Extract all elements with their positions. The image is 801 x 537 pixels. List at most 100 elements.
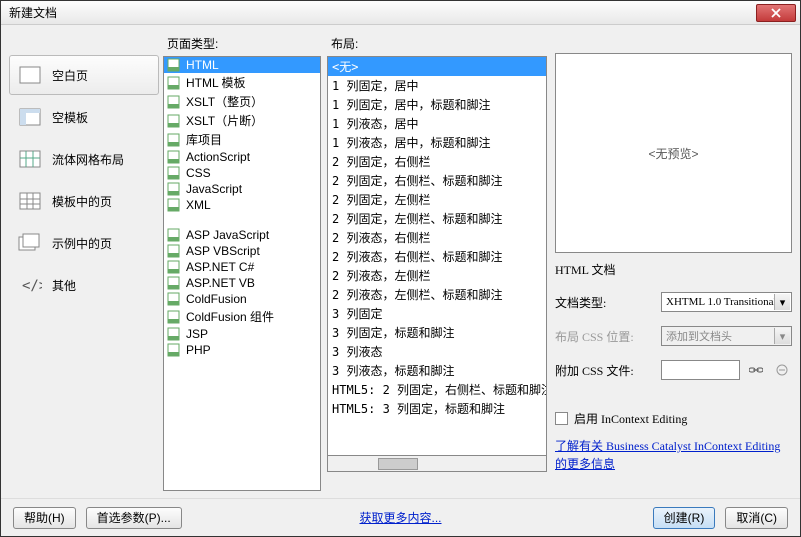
file-icon	[166, 327, 182, 341]
page-types-list[interactable]: HTMLHTML 模板 XSLT（整页）XSLT（片断）库项目 ActionScri…	[163, 56, 321, 491]
create-button[interactable]: 创建(R)	[653, 507, 716, 529]
page-type-label: ActionScript	[186, 150, 250, 164]
doctype-label: 文档类型:	[555, 294, 655, 311]
sidebar-item-label: 流体网格布局	[52, 151, 124, 168]
help-button[interactable]: 帮助(H)	[13, 507, 76, 529]
page-type-item[interactable]: ASP.NET VB	[164, 275, 320, 291]
preview-description: HTML 文档	[555, 261, 792, 278]
page-type-item[interactable]: JavaScript	[164, 181, 320, 197]
page-type-item[interactable]: ASP.NET C#	[164, 259, 320, 275]
page-type-item[interactable]: PHP	[164, 342, 320, 358]
layout-item[interactable]: 3 列液态	[328, 342, 546, 361]
page-type-item[interactable]: ASP JavaScript	[164, 227, 320, 243]
cancel-button[interactable]: 取消(C)	[725, 507, 788, 529]
attach-css-input[interactable]	[661, 360, 740, 380]
sidebar-item-4[interactable]: 示例中的页	[9, 223, 159, 263]
attach-css-row: 附加 CSS 文件:	[555, 360, 792, 380]
file-icon	[166, 310, 182, 324]
page-type-label: ColdFusion 组件	[186, 308, 274, 325]
page-type-item[interactable]: ASP VBScript	[164, 243, 320, 259]
page-type-item[interactable]: XML	[164, 197, 320, 213]
layout-item[interactable]: <无>	[328, 57, 546, 76]
layout-item[interactable]: 1 列液态，居中，标题和脚注	[328, 133, 546, 152]
enable-ice-label: 启用 InContext Editing	[574, 410, 687, 427]
sidebar-item-label: 其他	[52, 277, 76, 294]
layout-item[interactable]: 1 列固定，居中，标题和脚注	[328, 95, 546, 114]
ice-learn-more-link[interactable]: 了解有关 Business Catalyst InContext Editing…	[555, 437, 792, 473]
layout-item[interactable]: 2 列液态，左侧栏、标题和脚注	[328, 285, 546, 304]
titlebar: 新建文档	[1, 1, 800, 25]
layout-item[interactable]: 2 列固定，左侧栏、标题和脚注	[328, 209, 546, 228]
sidebar-item-3[interactable]: 模板中的页	[9, 181, 159, 221]
svg-text:</>: </>	[22, 278, 42, 294]
page-type-label: XML	[186, 198, 211, 212]
page-type-label: XSLT（整页）	[186, 93, 263, 110]
layout-item[interactable]: 1 列液态，居中	[328, 114, 546, 133]
category-icon	[18, 107, 42, 127]
enable-ice-checkbox[interactable]	[555, 412, 568, 425]
page-type-label: ASP VBScript	[186, 244, 260, 258]
layout-item[interactable]: HTML5: 3 列固定，标题和脚注	[328, 399, 546, 418]
file-icon	[166, 166, 182, 180]
sidebar-item-1[interactable]: 空模板	[9, 97, 159, 137]
close-button[interactable]	[756, 4, 796, 22]
file-icon	[166, 228, 182, 242]
page-type-item[interactable]: ColdFusion	[164, 291, 320, 307]
layout-item[interactable]: 2 列液态，右侧栏	[328, 228, 546, 247]
layouts-hscrollbar[interactable]	[327, 456, 547, 472]
layout-item[interactable]: 2 列液态，左侧栏	[328, 266, 546, 285]
sidebar-item-label: 空白页	[52, 67, 88, 84]
remove-css-icon[interactable]	[772, 361, 792, 379]
layout-item[interactable]: 2 列固定，右侧栏、标题和脚注	[328, 171, 546, 190]
get-more-link[interactable]: 获取更多内容...	[359, 509, 441, 526]
enable-ice-row: 启用 InContext Editing	[555, 410, 792, 427]
layout-css-value: 添加到文档头	[666, 328, 732, 344]
page-type-item[interactable]: ActionScript	[164, 149, 320, 165]
dialog-footer: 帮助(H) 首选参数(P)... 获取更多内容... 创建(R) 取消(C)	[1, 498, 800, 536]
layout-item[interactable]: 1 列固定，居中	[328, 76, 546, 95]
sidebar-item-2[interactable]: 流体网格布局	[9, 139, 159, 179]
page-type-item[interactable]: HTML 模板	[164, 73, 320, 92]
layout-item[interactable]: 3 列固定	[328, 304, 546, 323]
layout-item[interactable]: 2 列液态，右侧栏、标题和脚注	[328, 247, 546, 266]
category-sidebar: 空白页空模板流体网格布局模板中的页示例中的页 </> 其他	[9, 33, 159, 491]
page-type-item[interactable]: 库项目	[164, 130, 320, 149]
layout-css-label: 布局 CSS 位置:	[555, 328, 655, 345]
category-icon	[18, 65, 42, 85]
page-type-item[interactable]: JSP	[164, 326, 320, 342]
new-document-dialog: 新建文档 空白页空模板流体网格布局模板中的页示例中的页 </> 其他 页面类型: H…	[0, 0, 801, 537]
chevron-down-icon: ▾	[774, 328, 790, 344]
layout-item[interactable]: 2 列固定，右侧栏	[328, 152, 546, 171]
preferences-button[interactable]: 首选参数(P)...	[86, 507, 182, 529]
page-type-label: ASP JavaScript	[186, 228, 269, 242]
doctype-select[interactable]: XHTML 1.0 Transitional ▾	[661, 292, 792, 312]
page-type-label: 库项目	[186, 131, 222, 148]
page-type-item[interactable]: XSLT（整页）	[164, 92, 320, 111]
layout-item[interactable]: 2 列固定，左侧栏	[328, 190, 546, 209]
file-icon	[166, 198, 182, 212]
page-type-label: ASP.NET VB	[186, 276, 255, 290]
layout-item[interactable]: 3 列固定，标题和脚注	[328, 323, 546, 342]
file-icon	[166, 133, 182, 147]
page-type-item[interactable]: XSLT（片断）	[164, 111, 320, 130]
page-type-item[interactable]: HTML	[164, 57, 320, 73]
page-types-header: 页面类型:	[163, 33, 321, 56]
link-css-icon[interactable]	[746, 361, 766, 379]
layout-item[interactable]: HTML5: 2 列固定，右侧栏、标题和脚注	[328, 380, 546, 399]
page-type-label: ColdFusion	[186, 292, 247, 306]
page-type-label: HTML 模板	[186, 74, 246, 91]
page-type-item[interactable]: CSS	[164, 165, 320, 181]
sidebar-item-5[interactable]: </> 其他	[9, 265, 159, 305]
doctype-value: XHTML 1.0 Transitional	[666, 296, 777, 308]
sidebar-item-label: 模板中的页	[52, 193, 112, 210]
page-type-label: JavaScript	[186, 182, 242, 196]
file-icon	[166, 58, 182, 72]
category-icon: </>	[18, 275, 42, 295]
layout-item[interactable]: 3 列液态，标题和脚注	[328, 361, 546, 380]
layouts-list[interactable]: <无>1 列固定，居中1 列固定，居中，标题和脚注1 列液态，居中1 列液态，居…	[327, 56, 547, 456]
layout-css-select: 添加到文档头 ▾	[661, 326, 792, 346]
category-icon	[18, 233, 42, 253]
sidebar-item-0[interactable]: 空白页	[9, 55, 159, 95]
layouts-header: 布局:	[327, 33, 547, 56]
page-type-item[interactable]: ColdFusion 组件	[164, 307, 320, 326]
